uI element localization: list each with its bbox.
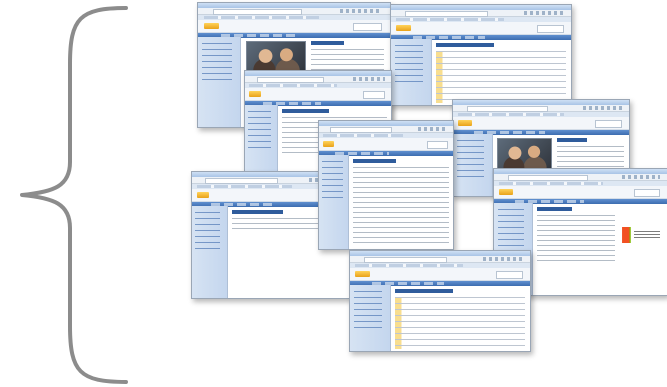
quick-launch-sidebar bbox=[453, 134, 493, 196]
quick-launch-sidebar bbox=[198, 37, 242, 127]
site-header bbox=[391, 22, 571, 35]
page-content bbox=[537, 207, 616, 291]
page-title-bar bbox=[436, 43, 495, 47]
address-bar bbox=[245, 76, 391, 83]
document-table bbox=[436, 51, 566, 103]
page-title-bar bbox=[537, 207, 573, 211]
page-title-bar bbox=[556, 138, 587, 142]
site-header bbox=[319, 138, 453, 151]
page-title-bar bbox=[281, 109, 329, 113]
address-bar bbox=[350, 256, 530, 263]
page-content bbox=[395, 289, 525, 349]
address-bar bbox=[198, 8, 390, 15]
site-header bbox=[245, 88, 391, 101]
site-header bbox=[198, 20, 390, 33]
page-title-bar bbox=[311, 41, 345, 45]
page-title-bar bbox=[395, 289, 454, 293]
screenshot-article-page bbox=[318, 120, 454, 250]
quick-launch-sidebar bbox=[319, 155, 350, 249]
site-header bbox=[350, 268, 530, 281]
logo-wordmark bbox=[634, 231, 661, 239]
quick-launch-sidebar bbox=[192, 206, 228, 298]
screenshot-document-library-2 bbox=[349, 250, 531, 352]
text-lines bbox=[352, 167, 449, 245]
screenshot-document-library bbox=[390, 4, 572, 106]
page-title-bar bbox=[231, 210, 283, 214]
quick-launch-sidebar bbox=[245, 105, 279, 171]
page-content bbox=[436, 43, 566, 103]
address-bar bbox=[494, 174, 667, 181]
page-content bbox=[352, 159, 449, 245]
page-title-bar bbox=[352, 159, 396, 163]
site-header bbox=[453, 117, 629, 130]
text-lines bbox=[537, 215, 616, 263]
document-table bbox=[395, 297, 525, 349]
address-bar bbox=[453, 105, 629, 112]
address-bar bbox=[391, 10, 571, 17]
quick-launch-sidebar bbox=[391, 39, 432, 105]
site-header bbox=[494, 186, 667, 199]
left-curly-brace bbox=[20, 6, 128, 384]
address-bar bbox=[319, 126, 453, 133]
quick-launch-sidebar bbox=[350, 285, 391, 351]
